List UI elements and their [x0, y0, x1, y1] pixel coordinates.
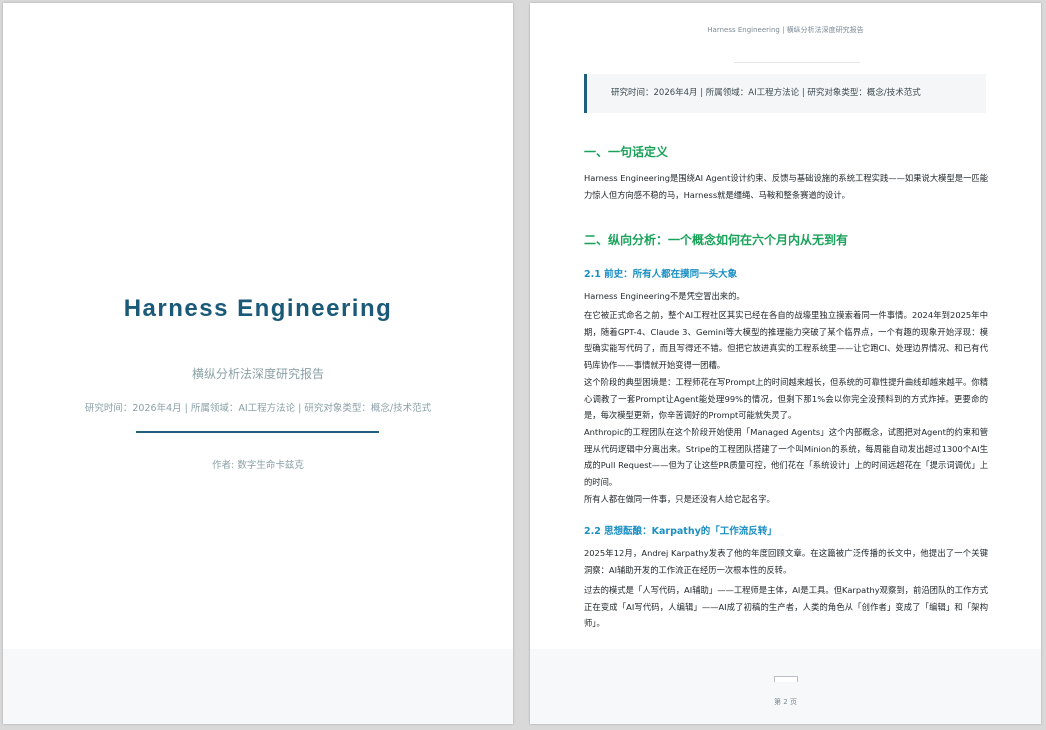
page-footer-band — [3, 649, 513, 724]
page-footer-band — [530, 649, 1041, 724]
cover-meta: 研究时间：2026年4月 | 所属领域：AI工程方法论 | 研究对象类型：概念/… — [84, 403, 432, 414]
paragraph: 在它被正式命名之前，整个AI工程社区其实已经在各自的战壕里独立摸索着同一件事情。… — [584, 310, 988, 370]
subsection-heading-prehistory: 2.1 前史：所有人都在摸同一头大象 — [584, 269, 738, 280]
paragraph: 2025年12月，Andrej Karpathy发表了他的年度回顾文章。在这篇被… — [584, 548, 988, 575]
paragraph: 所有人都在做同一件事，只是还没有人给它起名字。 — [584, 494, 775, 504]
content-page: Harness Engineering | 横纵分析法深度研究报告 研究时间：2… — [530, 3, 1041, 724]
cover-subtitle: 横纵分析法深度研究报告 — [191, 367, 324, 381]
cover-page: Harness Engineering 横纵分析法深度研究报告 研究时间：202… — [3, 3, 513, 724]
running-header: Harness Engineering | 横纵分析法深度研究报告 — [707, 26, 864, 34]
section-heading-vertical-analysis: 二、纵向分析：一个概念如何在六个月内从无到有 — [584, 233, 849, 247]
header-divider — [734, 62, 860, 63]
subsection-heading-karpathy: 2.2 思想酝酿：Karpathy的「工作流反转」 — [584, 526, 777, 537]
paragraph: Anthropic的工程团队在这个阶段开始使用「Managed Agents」这… — [584, 427, 988, 487]
definition-paragraph: Harness Engineering是围绕AI Agent设计约束、反馈与基础… — [584, 173, 988, 200]
page-number-tab — [774, 676, 798, 682]
cover-author: 作者: 数字生命卡兹克 — [212, 460, 304, 471]
paragraph: 过去的模式是「人写代码，AI辅助」——工程师是主体，AI是工具。但Karpath… — [584, 585, 988, 628]
meta-callout: 研究时间：2026年4月 | 所属领域：AI工程方法论 | 研究对象类型：概念/… — [584, 74, 986, 113]
cover-divider — [136, 431, 379, 433]
paragraph: 这个阶段的典型困境是：工程师花在写Prompt上的时间越来越长，但系统的可靠性提… — [584, 377, 988, 420]
paragraph: Harness Engineering不是凭空冒出来的。 — [584, 291, 745, 301]
page-number: 第 2 页 — [774, 698, 797, 706]
section-heading-definition: 一、一句话定义 — [584, 145, 669, 159]
cover-title: Harness Engineering — [123, 295, 393, 322]
